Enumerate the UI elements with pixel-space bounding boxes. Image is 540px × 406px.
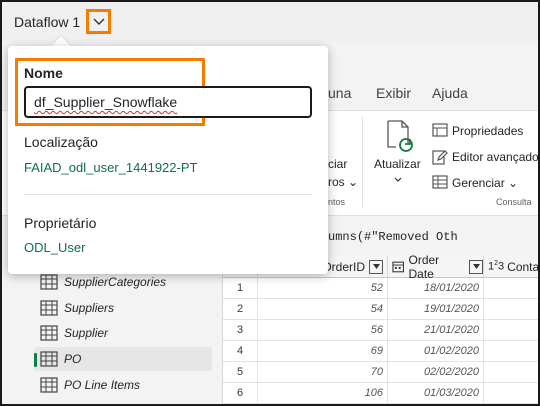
ribbon-divider	[362, 117, 363, 207]
orderid-cell[interactable]: 106	[257, 383, 387, 404]
contact-cell[interactable]	[483, 362, 538, 383]
chevron-down-icon	[93, 18, 104, 25]
orderdate-cell[interactable]: 21/01/2020	[387, 320, 483, 341]
text-type-icon: 123	[488, 260, 505, 273]
owner-label: Proprietário	[24, 215, 97, 231]
orderdate-cell[interactable]: 19/01/2020	[387, 299, 483, 320]
selected-indicator	[34, 353, 37, 367]
query-item[interactable]: PO Line Items	[34, 373, 212, 397]
manage-icon	[432, 175, 448, 189]
table-row[interactable]: 5 70 02/02/2020	[223, 362, 538, 383]
queries-panel: SupplierCategories Suppliers Supplier PO PO …	[22, 264, 222, 404]
table-row[interactable]: 4 69 01/02/2020	[223, 341, 538, 362]
column-header-label: Order Date	[408, 252, 440, 281]
column-header-label: OrderID	[322, 259, 365, 274]
row-number-cell[interactable]: 5	[223, 362, 257, 383]
tab-view[interactable]: Exibir	[376, 85, 411, 101]
name-input[interactable]: df_Supplier_Snowflake	[24, 86, 312, 118]
location-label: Localização	[24, 134, 98, 150]
orderid-cell[interactable]: 52	[257, 278, 387, 299]
name-input-value: df_Supplier_Snowflake	[34, 94, 178, 110]
table-icon	[40, 274, 58, 290]
dataflow-title[interactable]: Dataflow 1	[14, 14, 80, 30]
popup-divider	[24, 194, 312, 195]
table-row[interactable]: 2 54 19/01/2020	[223, 299, 538, 320]
table-icon	[40, 325, 58, 341]
contact-cell[interactable]	[483, 383, 538, 404]
orderdate-cell[interactable]: 01/02/2020	[387, 341, 483, 362]
calendar-icon	[392, 261, 405, 273]
row-number-cell[interactable]: 1	[223, 278, 257, 299]
query-item[interactable]: Supplier	[34, 321, 212, 345]
orderdate-cell[interactable]: 01/03/2020	[387, 383, 483, 404]
row-number-cell[interactable]: 6	[223, 383, 257, 404]
caret-down-icon	[372, 264, 380, 269]
ribbon-partial-line1[interactable]: ciar	[328, 157, 347, 171]
orderdate-cell[interactable]: 18/01/2020	[387, 278, 483, 299]
title-bar: Dataflow 1	[2, 2, 538, 42]
advanced-editor-icon	[432, 150, 448, 165]
contact-cell[interactable]	[483, 341, 538, 362]
group-label-query: Consulta	[496, 197, 532, 207]
table-row[interactable]: 6 106 01/03/2020	[223, 383, 538, 404]
column-header-orderdate[interactable]: Order Date	[387, 252, 483, 281]
tab-help[interactable]: Ajuda	[432, 85, 468, 101]
contact-cell[interactable]	[483, 320, 538, 341]
manage-button[interactable]: Gerenciar ⌄	[452, 176, 518, 190]
orderid-cell[interactable]: 54	[257, 299, 387, 320]
chevron-down-icon	[394, 177, 402, 182]
column-header-contact[interactable]: 123 Contac	[483, 256, 539, 278]
properties-button[interactable]: Propriedades	[452, 124, 523, 138]
query-item-label: PO Line Items	[64, 378, 141, 392]
ribbon-partial-group: ntos	[328, 197, 346, 207]
query-item[interactable]: PO	[34, 347, 212, 371]
contact-cell[interactable]	[483, 299, 538, 320]
name-label: Nome	[24, 65, 63, 81]
owner-link[interactable]: ODL_User	[24, 240, 85, 255]
refresh-icon	[387, 120, 413, 152]
table-icon	[40, 351, 58, 367]
app-window: Dataflow 1 una Exibir Ajuda ciar ros ⌄ n…	[0, 0, 540, 406]
row-number-cell[interactable]: 4	[223, 341, 257, 362]
query-item-label: Supplier	[64, 326, 109, 340]
column-header-label: Contac	[507, 259, 539, 274]
table-icon	[40, 377, 58, 393]
properties-icon	[432, 123, 448, 137]
orderid-cell[interactable]: 70	[257, 362, 387, 383]
ribbon-partial-line2[interactable]: ros ⌄	[328, 175, 358, 189]
dataflow-properties-popup: Nome df_Supplier_Snowflake Localização F…	[8, 46, 328, 274]
orderid-cell[interactable]: 69	[257, 341, 387, 362]
column-filter-button[interactable]	[369, 259, 383, 274]
column-filter-button[interactable]	[469, 259, 483, 274]
row-number-cell[interactable]: 2	[223, 299, 257, 320]
query-item[interactable]: Suppliers	[34, 296, 212, 320]
query-item-label: PO	[64, 352, 82, 366]
query-item-label: Suppliers	[64, 301, 115, 315]
row-number-cell[interactable]: 3	[223, 320, 257, 341]
table-row[interactable]: 3 56 21/01/2020	[223, 320, 538, 341]
contact-cell[interactable]	[483, 278, 538, 299]
table-row[interactable]: 1 52 18/01/2020	[223, 278, 538, 299]
caret-down-icon	[472, 264, 480, 269]
query-item-label: SupplierCategories	[64, 275, 167, 289]
orderid-cell[interactable]: 56	[257, 320, 387, 341]
refresh-button[interactable]: Atualizar	[374, 157, 421, 171]
advanced-editor-button[interactable]: Editor avançado	[452, 150, 538, 164]
location-link[interactable]: FAIAD_odl_user_1441922-PT	[24, 160, 197, 175]
title-dropdown-button[interactable]	[86, 9, 111, 34]
tab-transform[interactable]: una	[328, 85, 351, 101]
orderdate-cell[interactable]: 02/02/2020	[387, 362, 483, 383]
data-grid: OrderID Order Date 123 Contac 15218/01/2…	[222, 252, 539, 404]
table-icon	[40, 300, 58, 316]
